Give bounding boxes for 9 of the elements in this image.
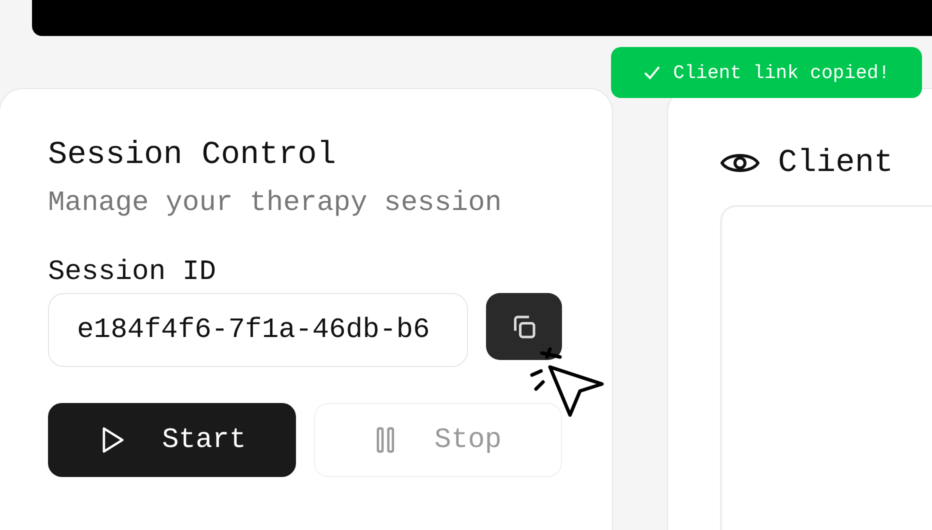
toast-text: Client link copied! <box>673 62 890 84</box>
card-subtitle: Manage your therapy session <box>48 187 503 221</box>
card-title: Session Control <box>48 135 338 175</box>
start-button[interactable]: Start <box>48 403 296 477</box>
check-icon <box>643 64 662 80</box>
session-id-field[interactable]: e184f4f6-7f1a-46db-b6 <box>48 293 468 367</box>
field-label: Session ID <box>48 257 218 289</box>
card-title: Client <box>778 143 894 183</box>
copy-button[interactable] <box>486 293 562 360</box>
